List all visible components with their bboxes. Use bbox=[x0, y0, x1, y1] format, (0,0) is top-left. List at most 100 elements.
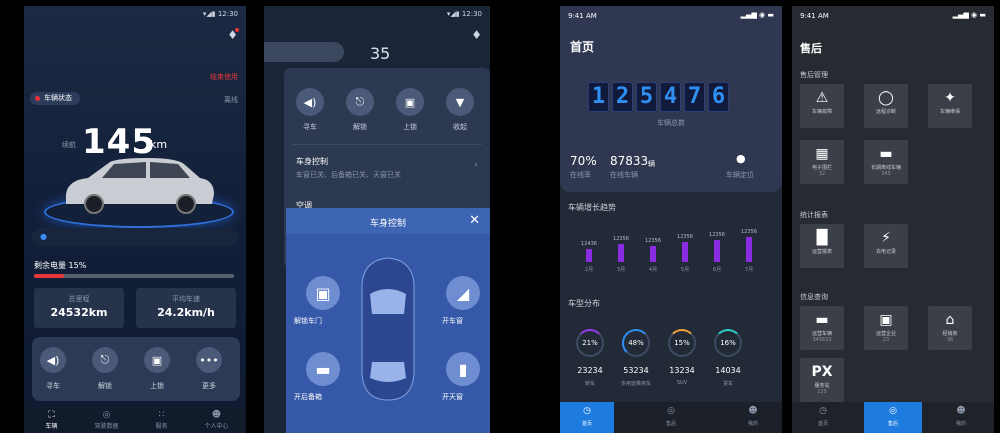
tab-profile[interactable]: ☻ 个人中心 bbox=[189, 410, 244, 430]
status-time: 9:41 AM bbox=[800, 12, 829, 20]
control-label: 上锁 bbox=[150, 382, 164, 390]
tab-after-sales[interactable]: ◎ bbox=[644, 406, 698, 416]
trend-month-label: 5月 bbox=[680, 267, 690, 273]
vehicle-status-badge: 车辆状态 bbox=[30, 92, 80, 105]
battery-fill bbox=[34, 274, 64, 278]
tile-charging-record[interactable]: ⚡ 充电记录 bbox=[864, 224, 908, 268]
tile-long-offline[interactable]: ▬ 长期离线车辆 345 bbox=[864, 140, 908, 184]
location-icon[interactable]: ● bbox=[736, 152, 746, 165]
tile-operating-vehicles[interactable]: ▬ 运营车辆 345633 bbox=[800, 306, 844, 350]
bar-chart-icon: █ bbox=[816, 230, 828, 246]
location-bar[interactable] bbox=[32, 228, 238, 246]
speed-value: 24.2km/h bbox=[157, 306, 215, 319]
trend-title: 车辆增长趋势 bbox=[568, 203, 616, 212]
section-title: 信息查询 bbox=[800, 293, 828, 301]
diagnosis-icon: ◯ bbox=[878, 90, 894, 106]
tab-label: 售后 bbox=[665, 421, 676, 427]
online-rate-label: 在线率 bbox=[570, 171, 591, 179]
counter-digit: 6 bbox=[708, 82, 729, 112]
chevron-right-icon: › bbox=[474, 160, 478, 170]
tab-driving-data[interactable]: ◎ 驾驶数据 bbox=[79, 410, 134, 430]
wrench-icon: ✦ bbox=[944, 90, 956, 106]
trend-bar bbox=[682, 242, 688, 262]
tile-operation-report[interactable]: █ 运营报表 bbox=[800, 224, 844, 268]
open-trunk-button[interactable]: ▬ bbox=[306, 352, 340, 386]
home-icon: ◷ bbox=[583, 406, 591, 416]
distribution-value: 13234 bbox=[669, 366, 695, 375]
range-label: 续航 bbox=[62, 141, 76, 149]
open-sunroof-button[interactable]: ▮ bbox=[446, 352, 480, 386]
trend-bar bbox=[714, 240, 720, 262]
bell-icon[interactable]: ♦ bbox=[227, 28, 239, 42]
fence-icon: ▦ bbox=[815, 146, 829, 162]
bell-icon[interactable]: ♦ bbox=[471, 28, 482, 42]
status-time: 9:41 AM bbox=[568, 12, 597, 20]
bottom-tab-bar: ◷ 首页 ◎ 售后 ☻ 我的 bbox=[792, 402, 994, 433]
tile-operating-companies[interactable]: ▣ 运营企业 23 bbox=[864, 306, 908, 350]
lock-button[interactable]: ▣ bbox=[144, 347, 170, 373]
speed-card: 平均车速 24.2km/h bbox=[136, 288, 236, 328]
online-count-unit: 辆 bbox=[648, 160, 655, 168]
header-number: 35 bbox=[370, 44, 391, 63]
speed-label: 平均车速 bbox=[172, 295, 200, 303]
unlock-doors-button[interactable]: ▣ bbox=[306, 276, 340, 310]
find-car-button[interactable]: ◀) bbox=[40, 347, 66, 373]
car-icon: ▬ bbox=[815, 312, 829, 328]
online-rate: 70% bbox=[570, 154, 597, 168]
distribution-label: 多用途乘用车 bbox=[620, 381, 651, 387]
distribution-value: 14034 bbox=[715, 366, 741, 375]
modal-title: 车身控制 bbox=[369, 219, 406, 229]
body-control-row-desc: 车窗已关、后备箱已关、天窗已关 bbox=[296, 171, 401, 179]
trend-bar bbox=[618, 244, 624, 262]
tile-remote-diagnosis[interactable]: ◯ 远程诊断 bbox=[864, 84, 908, 128]
lock-button[interactable]: ▣ bbox=[396, 88, 424, 116]
tile-service-station[interactable]: PX 服务站 125 bbox=[800, 358, 844, 402]
battery-label: 剩余电量 15% bbox=[34, 261, 87, 270]
distribution-value: 53234 bbox=[623, 366, 649, 375]
trend-month-label: 2月 bbox=[584, 267, 594, 273]
body-control-row-title[interactable]: 车身控制 bbox=[296, 156, 328, 167]
unlock-button[interactable]: ⎋ bbox=[92, 347, 118, 373]
tile-dealers[interactable]: ⌂ 经销商 36 bbox=[928, 306, 972, 350]
tile-vehicle-maintenance[interactable]: ✦ 车辆维保 bbox=[928, 84, 972, 128]
more-icon: ••• bbox=[199, 353, 219, 367]
tab-service[interactable]: ∷ 服务 bbox=[134, 410, 189, 430]
speaker-icon: ◀) bbox=[46, 353, 60, 367]
trunk-icon: ▬ bbox=[315, 359, 331, 379]
control-label: 寻车 bbox=[46, 382, 60, 390]
locate-label: 车辆定位 bbox=[726, 171, 754, 179]
collapse-button[interactable]: ▼ bbox=[446, 88, 474, 116]
px-icon: PX bbox=[811, 364, 833, 380]
vehicle-home-screen: ▾◢▮ 12:30 ♦ 结束使用 车辆状态 离线 续航 145 km ● 剩余电… bbox=[24, 6, 246, 433]
after-sales-screen: 9:41 AM ▂▄▆ ◉ ▬ 售后 售后管理 ⚠ 车辆故障 ◯ 远程诊断 ✦ 车辆维… bbox=[792, 6, 994, 433]
tab-mine[interactable]: ☻ bbox=[932, 406, 990, 416]
blurred-overlay bbox=[264, 42, 344, 62]
tile-geofence[interactable]: ▦ 电子围栏 32 bbox=[800, 140, 844, 184]
more-button[interactable]: ••• bbox=[196, 347, 222, 373]
trend-month-label: 4月 bbox=[648, 267, 658, 273]
mileage-card: 总里程 24532km bbox=[34, 288, 124, 328]
battery-track bbox=[34, 274, 234, 278]
tab-home[interactable]: ◷ bbox=[796, 406, 850, 416]
body-control-modal: 车身控制 ✕ ▣ 解锁车门 ◢ 开车窗 ▬ 开后备箱 ▮ 开天窗 bbox=[286, 208, 490, 433]
find-car-button[interactable]: ◀) bbox=[296, 88, 324, 116]
steering-icon: ◎ bbox=[102, 410, 111, 420]
unlock-button[interactable]: ⎋ bbox=[346, 88, 374, 116]
control-label: 解锁 bbox=[353, 123, 367, 131]
home-icon: ⌂ bbox=[945, 312, 955, 328]
tab-label: 首页 bbox=[817, 421, 828, 427]
distribution-ring: 16% bbox=[714, 329, 742, 357]
tile-vehicle-fault[interactable]: ⚠ 车辆故障 bbox=[800, 84, 844, 128]
location-pin-icon: ● bbox=[40, 232, 47, 241]
tab-mine[interactable]: ☻ bbox=[726, 406, 780, 416]
open-windows-button[interactable]: ◢ bbox=[446, 276, 480, 310]
end-use-button[interactable]: 结束使用 bbox=[210, 72, 238, 82]
warning-icon: ⚠ bbox=[815, 90, 829, 106]
unlock-doors-label: 解锁车门 bbox=[294, 317, 322, 325]
counter-digit: 5 bbox=[636, 82, 657, 112]
unlock-icon: ⎋ bbox=[100, 353, 110, 366]
tab-vehicle[interactable]: ⛶ 车辆 bbox=[24, 410, 79, 430]
tab-label: 我的 bbox=[955, 421, 966, 427]
control-label: 解锁 bbox=[98, 382, 112, 390]
close-icon[interactable]: ✕ bbox=[469, 213, 480, 228]
